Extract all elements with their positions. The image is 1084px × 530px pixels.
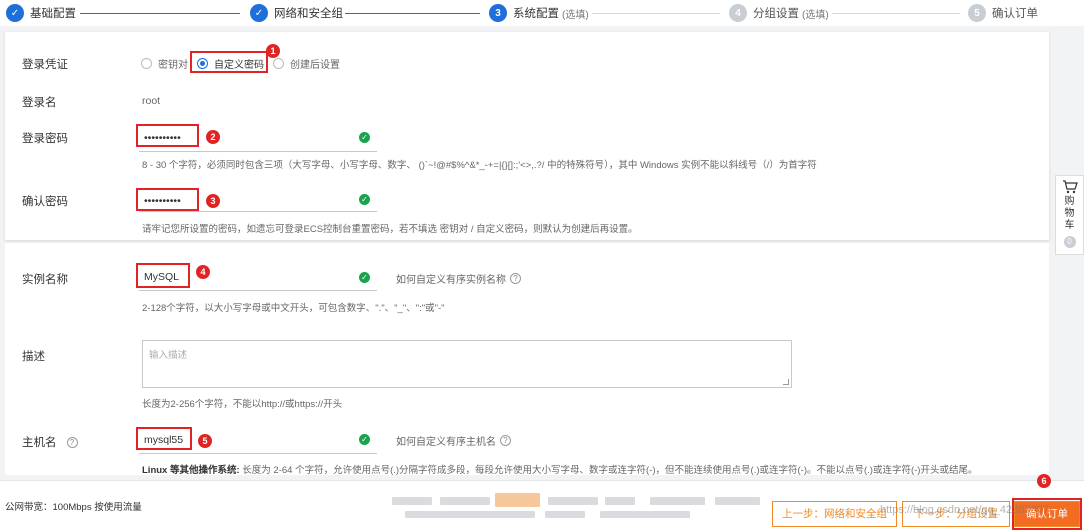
step-group-settings: 4 分组设置 (选填) bbox=[729, 3, 829, 23]
check-icon: ✓ bbox=[359, 434, 370, 445]
check-icon: ✓ bbox=[359, 194, 370, 205]
annotation-badge: 4 bbox=[196, 265, 210, 279]
step-network-security[interactable]: ✓ 网络和安全组 bbox=[250, 3, 343, 23]
annotation-badge: 2 bbox=[206, 130, 220, 144]
blurred-price bbox=[405, 511, 535, 518]
cart-label: 购物车 bbox=[1064, 196, 1075, 231]
hostname-help-link[interactable]: 如何自定义有序主机名 ? bbox=[396, 433, 511, 448]
help-text: 如何自定义有序实例名称 bbox=[396, 275, 506, 286]
blurred-price bbox=[440, 497, 490, 505]
blurred-price bbox=[650, 497, 705, 505]
annotation-box bbox=[136, 263, 190, 288]
step-basic-config[interactable]: ✓ 基础配置 bbox=[6, 3, 76, 23]
radio-label: 创建后设置 bbox=[290, 60, 340, 71]
hostname-label: 主机名 bbox=[22, 437, 57, 449]
annotation-badge: 3 bbox=[206, 194, 220, 208]
help-text: 如何自定义有序主机名 bbox=[396, 437, 496, 448]
radio-label: 密钥对 bbox=[158, 60, 188, 71]
annotation-box bbox=[190, 51, 268, 73]
hostname-hint: Linux 等其他操作系统: 长度为 2-64 个字符，允许使用点号(.)分隔字… bbox=[142, 462, 977, 476]
step-number: 4 bbox=[729, 4, 747, 22]
hostname-hint-os: Linux 等其他操作系统: bbox=[142, 465, 240, 476]
step-optional: (选填) bbox=[562, 9, 589, 21]
step-label: 分组设置 bbox=[753, 8, 799, 20]
annotation-badge: 5 bbox=[198, 434, 212, 448]
description-label: 描述 bbox=[22, 351, 45, 363]
question-icon: ? bbox=[510, 273, 521, 284]
question-icon[interactable]: ? bbox=[66, 436, 78, 448]
radio-button bbox=[141, 58, 152, 69]
blurred-price bbox=[545, 511, 585, 518]
step-connector bbox=[592, 13, 720, 14]
step-connector bbox=[80, 13, 240, 14]
watermark: https://blog.csdn.net/qq_42383897 bbox=[880, 504, 1049, 516]
step-confirm-order: 5 确认订单 bbox=[968, 3, 1038, 23]
instance-name-hint: 2-128个字符，以大小写字母或中文开头，可包含数字、"."、"_"、":"或"… bbox=[142, 303, 445, 314]
annotation-badge: 1 bbox=[266, 44, 280, 58]
step-system-config: 3 系统配置 (选填) bbox=[489, 3, 589, 23]
hostname-hint-text: 长度为 2-64 个字符，允许使用点号(.)分隔字符成多段，每段允许使用大小写字… bbox=[242, 465, 978, 476]
username-label: 登录名 bbox=[22, 97, 57, 109]
check-icon: ✓ bbox=[6, 4, 24, 22]
confirm-password-hint: 请牢记您所设置的密码，如遗忘可登录ECS控制台重置密码，若不填选 密钥对 / 自… bbox=[142, 224, 638, 235]
hostname-label-group: 主机名 ? bbox=[22, 434, 78, 450]
question-icon: ? bbox=[500, 435, 511, 446]
progress-stepper: ✓ 基础配置 ✓ 网络和安全组 3 系统配置 (选填) 4 分组设置 (选填) … bbox=[0, 0, 1084, 26]
step-optional: (选填) bbox=[802, 9, 829, 21]
step-number: 5 bbox=[968, 4, 986, 22]
password-hint: 8 - 30 个字符，必须同时包含三项（大写字母、小写字母、数字、 ()`~!@… bbox=[142, 160, 817, 171]
cart-icon bbox=[1062, 180, 1078, 194]
cart-count: 0 bbox=[1063, 236, 1076, 248]
login-panel: 登录凭证 密钥对 自定义密码 创建后设置 1 登录名 root 登录密码 •••… bbox=[5, 32, 1049, 240]
radio-button bbox=[273, 58, 284, 69]
resize-handle-icon[interactable] bbox=[783, 379, 789, 385]
blurred-price bbox=[600, 511, 690, 518]
check-icon: ✓ bbox=[359, 272, 370, 283]
blurred-price bbox=[392, 497, 432, 505]
password-label: 登录密码 bbox=[22, 133, 68, 145]
prev-step-button[interactable]: 上一步：网络和安全组 bbox=[772, 501, 897, 527]
username-value: root bbox=[142, 95, 161, 107]
radio-keypair[interactable]: 密钥对 bbox=[141, 56, 188, 71]
blurred-price bbox=[495, 493, 540, 507]
blurred-price bbox=[548, 497, 598, 505]
step-number: 3 bbox=[489, 4, 507, 22]
blurred-price bbox=[715, 497, 760, 505]
annotation-box bbox=[136, 188, 199, 211]
shopping-cart-tab[interactable]: 购物车 0 bbox=[1055, 175, 1084, 255]
radio-set-later[interactable]: 创建后设置 bbox=[273, 56, 340, 71]
step-label: 系统配置 bbox=[513, 8, 559, 20]
step-connector bbox=[345, 13, 480, 14]
step-label: 确认订单 bbox=[992, 8, 1038, 20]
annotation-box bbox=[136, 427, 192, 450]
annotation-badge: 6 bbox=[1037, 474, 1051, 488]
description-placeholder: 输入描述 bbox=[149, 350, 188, 361]
check-icon: ✓ bbox=[250, 4, 268, 22]
confirm-password-label: 确认密码 bbox=[22, 196, 68, 208]
description-textarea[interactable]: 输入描述 bbox=[142, 340, 792, 388]
annotation-box bbox=[136, 124, 199, 147]
blurred-price bbox=[605, 497, 635, 505]
instance-name-label: 实例名称 bbox=[22, 274, 68, 286]
bandwidth-summary: 公网带宽：100Mbps 按使用流量 bbox=[5, 502, 142, 513]
description-hint: 长度为2-256个字符，不能以http://或https://开头 bbox=[142, 399, 343, 410]
step-label: 基础配置 bbox=[30, 8, 76, 20]
instance-panel: 实例名称 MySQL ✓ 4 如何自定义有序实例名称 ? 2-128个字符，以大… bbox=[5, 243, 1049, 476]
instance-name-help-link[interactable]: 如何自定义有序实例名称 ? bbox=[396, 271, 521, 286]
step-connector bbox=[832, 13, 960, 14]
check-icon: ✓ bbox=[359, 132, 370, 143]
step-label: 网络和安全组 bbox=[274, 8, 343, 20]
credential-label: 登录凭证 bbox=[22, 59, 68, 71]
